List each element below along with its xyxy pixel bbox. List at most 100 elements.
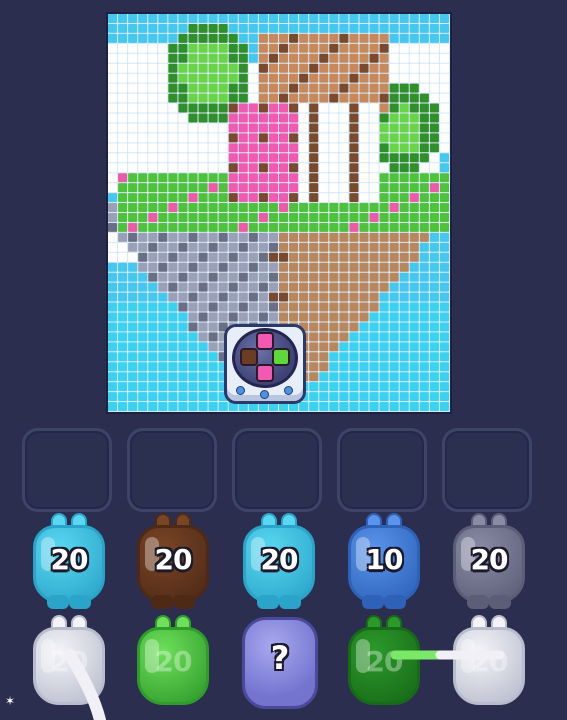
holding-slot-3[interactable] <box>232 428 322 512</box>
pixel-cell <box>158 163 168 173</box>
pixel-cell <box>118 332 128 342</box>
holding-slot-2[interactable] <box>127 428 217 512</box>
pixel-cell <box>329 232 339 242</box>
pixel-cell <box>319 43 329 53</box>
pixel-cell <box>218 53 228 63</box>
pixel-cell <box>168 213 178 222</box>
pixel-cell <box>258 103 268 113</box>
pixel-cell <box>248 133 258 143</box>
holding-slot-4[interactable] <box>337 428 427 512</box>
pixel-cell <box>339 362 349 372</box>
pixel-cell <box>289 103 299 113</box>
pixel-cell <box>158 402 168 411</box>
pixel-cell <box>218 292 228 302</box>
holding-slot-1[interactable] <box>22 428 112 512</box>
pixel-cell <box>258 222 268 232</box>
pixel-cell <box>309 113 319 123</box>
launcher-dot-left <box>236 386 245 395</box>
pixel-cell <box>148 302 158 312</box>
pixel-cell <box>399 103 409 113</box>
pixel-cell <box>429 93 439 103</box>
marble-launcher[interactable] <box>224 324 306 404</box>
pixel-cell <box>349 232 359 242</box>
pixel-cell <box>309 222 319 232</box>
pixel-cell <box>409 372 419 382</box>
pixel-cell <box>148 222 158 232</box>
pixel-cell <box>429 382 439 392</box>
pixel-cell <box>399 382 409 392</box>
pixel-cell <box>359 213 369 222</box>
holding-slot-5[interactable] <box>442 428 532 512</box>
pixel-cell <box>309 372 319 382</box>
pixel-cell <box>379 252 389 262</box>
pixel-cell <box>268 222 278 232</box>
pixel-cell <box>248 302 258 312</box>
pixel-cell <box>148 282 158 292</box>
pixel-cell <box>178 232 188 242</box>
pixel-cell <box>198 33 208 43</box>
pixel-cell <box>198 222 208 232</box>
pixel-cell <box>148 53 158 63</box>
pixel-cell <box>208 23 218 33</box>
pixel-cell <box>389 193 399 203</box>
pixel-cell <box>108 213 118 222</box>
pixel-cell <box>218 252 228 262</box>
pixel-cell <box>329 23 339 33</box>
pixel-cell <box>329 252 339 262</box>
pixel-cell <box>188 123 198 133</box>
pixel-cell <box>238 292 248 302</box>
pixel-cell <box>158 272 168 282</box>
pixel-cell <box>389 242 399 252</box>
pixel-cell <box>389 342 399 352</box>
pixel-cell <box>268 63 278 73</box>
pixel-cell <box>439 292 449 302</box>
pixel-cell <box>138 73 148 83</box>
pixel-cell <box>228 143 238 153</box>
pixel-cell <box>409 163 419 173</box>
pixel-cell <box>138 133 148 143</box>
pixel-cell <box>409 83 419 93</box>
pixel-cell <box>329 93 339 103</box>
pixel-cell <box>399 133 409 143</box>
pixel-cell <box>228 232 238 242</box>
pixel-cell <box>168 232 178 242</box>
pixel-cell <box>128 123 138 133</box>
pixel-cell <box>158 213 168 222</box>
pixel-cell <box>198 252 208 262</box>
pixel-cell <box>158 73 168 83</box>
pixel-cell <box>148 312 158 322</box>
pixel-cell <box>118 302 128 312</box>
pixel-cell <box>218 262 228 272</box>
pixel-cell <box>208 242 218 252</box>
pixel-cell <box>228 292 238 302</box>
pixel-cell <box>148 232 158 242</box>
pixel-cell <box>299 213 309 222</box>
pixel-cell <box>138 193 148 203</box>
pixel-cell <box>108 302 118 312</box>
pixel-cell <box>158 23 168 33</box>
pixel-cell <box>108 163 118 173</box>
pixel-cell <box>148 143 158 153</box>
pixel-cell <box>429 312 439 322</box>
pixel-cell <box>359 14 369 23</box>
pixel-cell <box>399 242 409 252</box>
pixel-cell <box>309 302 319 312</box>
pixel-cell <box>188 352 198 362</box>
pixel-cell <box>439 173 449 183</box>
pixel-cell <box>128 153 138 163</box>
pixel-cell <box>138 402 148 411</box>
pixel-cell <box>429 262 439 272</box>
pixel-cell <box>168 372 178 382</box>
pixel-cell <box>409 43 419 53</box>
pixel-cell <box>399 332 409 342</box>
pixel-cell <box>309 83 319 93</box>
pixel-cell <box>429 252 439 262</box>
pixel-cell <box>349 23 359 33</box>
pixel-cell <box>108 193 118 203</box>
pixel-cell <box>198 282 208 292</box>
pixel-cell <box>118 113 128 123</box>
pixel-cell <box>439 14 449 23</box>
pixel-cell <box>299 113 309 123</box>
pixel-cell <box>188 53 198 63</box>
pixel-cell <box>399 292 409 302</box>
